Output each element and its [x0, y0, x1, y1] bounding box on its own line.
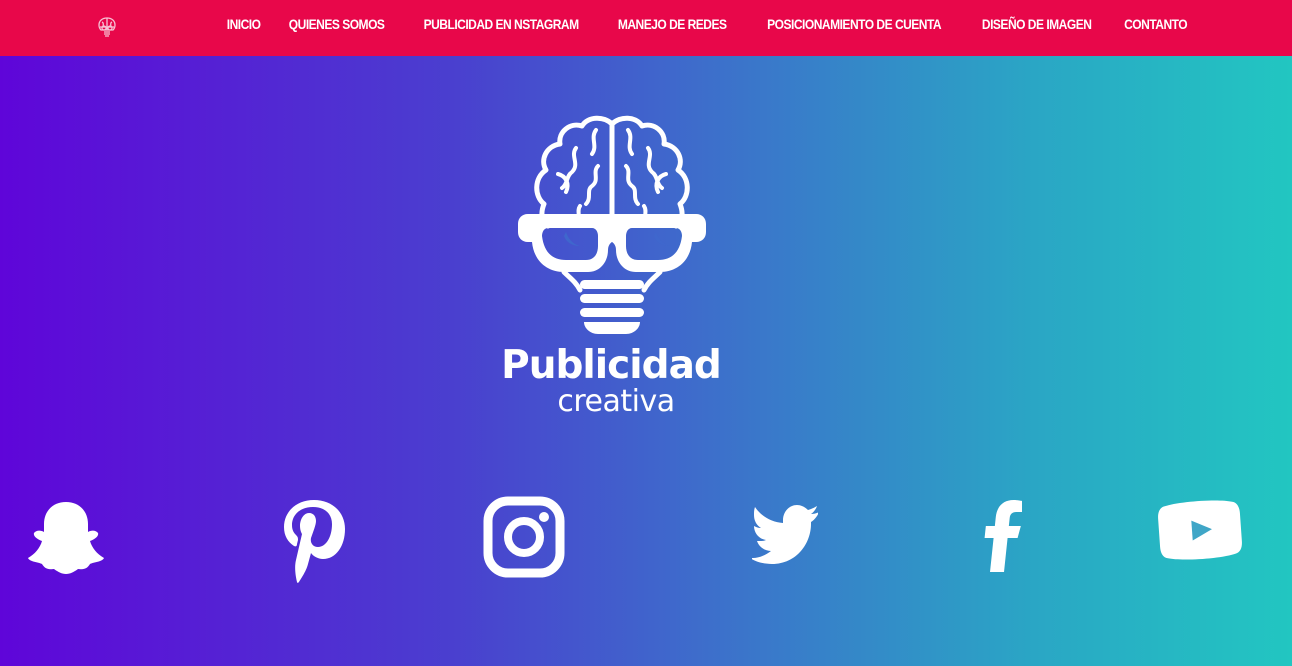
- nav-item-quienes-somos[interactable]: QUIENES SOMOS: [289, 16, 385, 32]
- snapchat-icon[interactable]: [28, 496, 104, 586]
- brand-tagline: creativa: [557, 384, 675, 419]
- nav-item-manejo-redes[interactable]: MANEJO DE REDES: [618, 16, 727, 32]
- instagram-icon[interactable]: [483, 496, 565, 586]
- facebook-icon[interactable]: [980, 496, 1022, 586]
- pinterest-icon[interactable]: [280, 496, 346, 586]
- nav-item-posicionamiento[interactable]: POSICIONAMIENTO DE CUENTA: [767, 16, 941, 32]
- twitter-icon[interactable]: [752, 496, 818, 586]
- navbar: INICIO QUIENES SOMOS PUBLICIDAD EN NSTAG…: [0, 0, 1292, 56]
- youtube-icon[interactable]: [1158, 496, 1242, 586]
- brain-skull-icon[interactable]: [96, 16, 118, 40]
- nav-menu: INICIO QUIENES SOMOS PUBLICIDAD EN NSTAG…: [224, 0, 1192, 48]
- brand-name: Publicidad: [501, 343, 722, 388]
- nav-item-publicidad-instagram[interactable]: PUBLICIDAD EN NSTAGRAM: [423, 16, 578, 32]
- nav-item-inicio[interactable]: INICIO: [227, 16, 261, 32]
- nav-item-contacto[interactable]: CONTANTO: [1124, 16, 1187, 32]
- nav-item-diseno-imagen[interactable]: DISEÑO DE IMAGEN: [982, 16, 1092, 32]
